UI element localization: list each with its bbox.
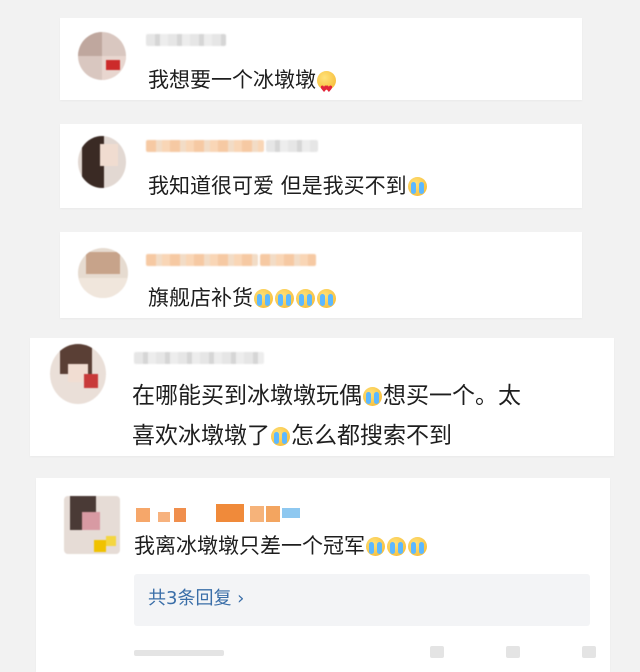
comment-icon[interactable] (506, 646, 520, 658)
reply-preview-box[interactable]: 共3条回复 › (134, 574, 590, 626)
comment-text-content: 我知道很可爱 但是我买不到 (148, 174, 407, 198)
comment-text-content: 旗舰店补货 (148, 286, 253, 310)
username-blurred[interactable] (146, 140, 264, 152)
username-pixel (250, 506, 264, 522)
username-blurred[interactable] (134, 352, 264, 364)
comment-text-content: 我离冰墩墩只差一个冠军 (134, 534, 365, 558)
username-blurred[interactable] (146, 254, 258, 266)
crying-emoji-icon (317, 289, 336, 308)
crying-emoji-icon (275, 289, 294, 308)
username-pixel (158, 512, 170, 522)
comment-card-3: 旗舰店补货 (60, 232, 582, 318)
comment-text: 我知道很可爱 但是我买不到 (148, 168, 428, 204)
like-icon[interactable] (582, 646, 596, 658)
crying-emoji-icon (363, 387, 382, 406)
comment-card-2: 我知道很可爱 但是我买不到 (60, 124, 582, 208)
avatar[interactable] (64, 496, 120, 554)
comment-text: 我想要一个冰墩墩 (148, 62, 337, 108)
comment-text-line-1: 在哪能买到冰墩墩玩偶 想买一个。太 (132, 376, 521, 416)
crying-emoji-icon (408, 537, 427, 556)
comment-text-content: 在哪能买到冰墩墩玩偶 (132, 383, 362, 409)
comment-card-5: 我离冰墩墩只差一个冠军 共3条回复 › (36, 478, 610, 672)
avatar[interactable] (50, 344, 106, 404)
crying-emoji-icon (296, 289, 315, 308)
footer-meta-blurred (134, 650, 224, 656)
avatar[interactable] (78, 136, 126, 188)
username-blurred[interactable] (146, 34, 226, 46)
username-pixel[interactable] (136, 508, 150, 522)
crying-emoji-icon (254, 289, 273, 308)
crying-emoji-icon (271, 427, 290, 446)
username-pixel (174, 508, 186, 522)
comment-text: 我离冰墩墩只差一个冠军 (134, 528, 428, 564)
comment-text-content: 我想要一个冰墩墩 (148, 68, 316, 92)
username-blurred-tail (260, 254, 316, 266)
username-pixel (216, 504, 244, 522)
comment-card-4: 在哪能买到冰墩墩玩偶 想买一个。太 喜欢冰墩墩了 怎么都搜索不到 (30, 338, 614, 456)
username-pixel (282, 508, 300, 518)
comment-card-1: 我想要一个冰墩墩 (60, 18, 582, 108)
username-pixel (266, 506, 280, 522)
username-blurred-tail (266, 140, 318, 152)
avatar[interactable] (78, 248, 128, 298)
comment-text-line-2: 喜欢冰墩墩了 怎么都搜索不到 (132, 416, 452, 456)
view-replies-link[interactable]: 共3条回复 › (148, 588, 244, 610)
avatar[interactable] (78, 32, 126, 80)
heart-eyes-emoji-icon (317, 71, 336, 108)
crying-emoji-icon (407, 177, 427, 196)
comment-text-content: 怎么都搜索不到 (291, 423, 452, 449)
comment-text-content: 喜欢冰墩墩了 (132, 423, 270, 449)
crying-emoji-icon (366, 537, 385, 556)
comment-text-content: 想买一个。太 (383, 383, 521, 409)
crying-emoji-icon (387, 537, 406, 556)
comment-text: 旗舰店补货 (148, 280, 337, 316)
share-icon[interactable] (430, 646, 444, 658)
